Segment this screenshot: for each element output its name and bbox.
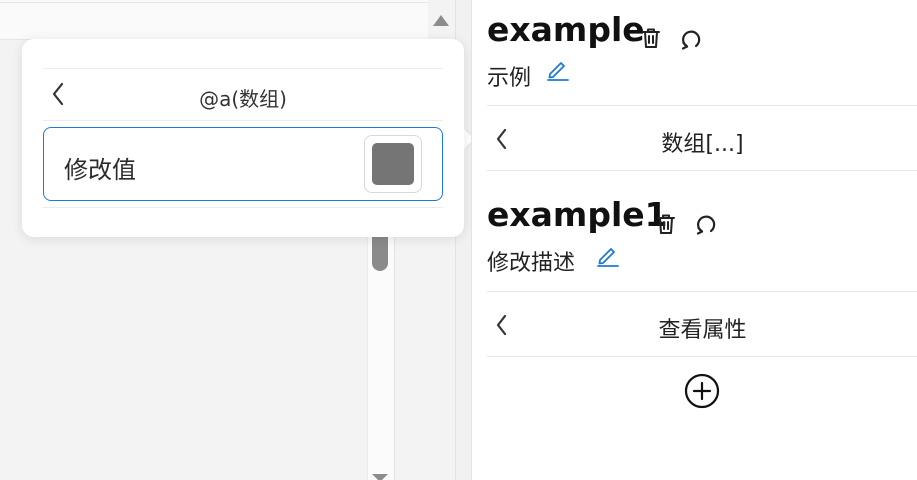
plus-circle-icon [684, 373, 720, 409]
popover-title: @a(数组) [199, 87, 287, 111]
modify-value-field[interactable]: 修改值 [43, 127, 443, 201]
color-swatch [372, 143, 414, 185]
edit-description-button[interactable] [596, 243, 620, 271]
color-picker-button[interactable] [364, 135, 422, 193]
reset-button[interactable] [694, 212, 718, 240]
node-title: example1 [487, 195, 668, 234]
trash-icon [657, 214, 675, 234]
popover-divider [43, 207, 443, 208]
trash-icon [642, 28, 660, 48]
view-properties-row[interactable]: 查看属性 [487, 291, 917, 357]
row-label: 查看属性 [658, 318, 747, 343]
value-editor-popover: @a(数组) 修改值 [22, 39, 464, 237]
popover-header: @a(数组) [43, 68, 443, 121]
toolbar-divider [0, 2, 428, 3]
refresh-icon [681, 30, 701, 50]
left-toolbar [0, 0, 428, 40]
array-row[interactable]: 数组[...] [487, 105, 917, 171]
node-title: example [487, 10, 645, 49]
properties-panel: example 示例 数组[...] example1 修改描述 查看属性 [471, 0, 917, 480]
pencil-icon [547, 62, 569, 81]
refresh-icon [696, 215, 716, 235]
scroll-down-arrow-icon[interactable] [372, 474, 388, 480]
field-label: 修改值 [64, 156, 136, 184]
node-description: 示例 [487, 66, 532, 91]
delete-button[interactable] [639, 26, 663, 54]
edit-description-button[interactable] [546, 57, 570, 85]
scroll-up-arrow-icon[interactable] [433, 15, 449, 26]
row-label: 数组[...] [661, 132, 744, 157]
add-button[interactable] [684, 373, 720, 409]
pencil-icon [597, 248, 619, 267]
node-description: 修改描述 [487, 251, 576, 276]
delete-button[interactable] [654, 212, 678, 240]
reset-button[interactable] [679, 27, 703, 55]
